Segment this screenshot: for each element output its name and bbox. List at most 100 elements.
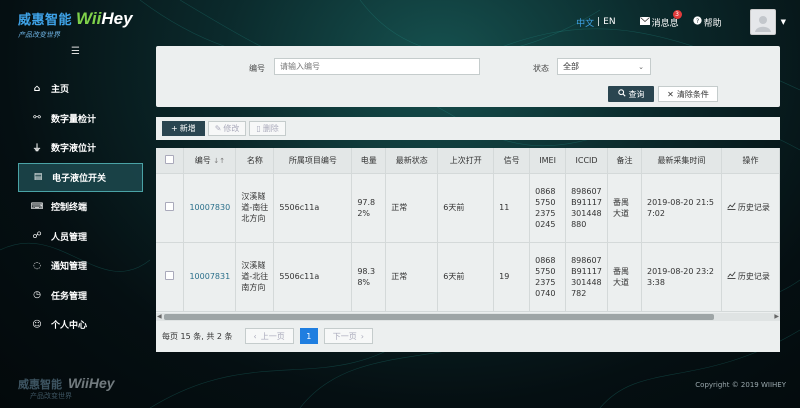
clock-icon: ◷: [33, 290, 41, 301]
last-open: 6天前: [437, 242, 495, 312]
footer-brand-slogan: 产品改变世界: [30, 392, 72, 400]
column-header-code[interactable]: 编号 ↓↑: [183, 148, 237, 174]
signal-value: 19: [493, 242, 531, 312]
svg-text:?: ?: [695, 18, 698, 25]
user-avatar[interactable]: [749, 9, 776, 35]
chevron-right-icon: ›: [360, 331, 364, 341]
device-name: 汉溪隧道-南往北方向: [235, 173, 275, 243]
device-table-panel: 编号 ↓↑ 名称 所属项目编号 电量 最新状态 上次打开 信号 IMEI ICC…: [156, 148, 781, 352]
history-record-link[interactable]: 历史记录: [727, 202, 774, 213]
chat-icon: ◌: [33, 260, 41, 271]
keyboard-icon: ⌨: [30, 201, 44, 212]
device-code-link[interactable]: 10007831: [183, 242, 237, 312]
iccid-value: 898607B91117301448880: [565, 173, 609, 243]
prev-page-button[interactable]: ‹ 上一页: [244, 328, 294, 344]
column-header-remark: 备注: [607, 148, 642, 174]
edit-button-label: 修改: [223, 124, 240, 133]
device-code-link[interactable]: 10007830: [183, 173, 237, 243]
remark-value: 番禺大道: [607, 242, 642, 312]
history-record-label: 历史记录: [737, 272, 770, 281]
history-record-link[interactable]: 历史记录: [727, 271, 774, 282]
clear-conditions-button[interactable]: ✕ 清除条件: [658, 86, 718, 102]
sidebar-item-home[interactable]: ⌂ 主页: [18, 74, 143, 104]
scroll-left-icon[interactable]: ◀: [157, 313, 162, 320]
sidebar-item-label: 个人中心: [51, 321, 88, 332]
project-code: 5506c11a: [273, 242, 353, 312]
brand-logo[interactable]: 威惠智能 WiiHey 产品改变世界: [18, 9, 133, 40]
sidebar-item-level-gauge[interactable]: ⏚ 数字液位计: [18, 133, 143, 163]
page-number-current[interactable]: 1: [299, 328, 318, 344]
next-page-button[interactable]: 下一页 ›: [323, 328, 373, 344]
sidebar-item-digital-meter[interactable]: ⚯ 数字量检计: [18, 104, 143, 134]
battery-level: 97.82%: [351, 173, 387, 243]
sidebar-item-label: 人员管理: [51, 232, 88, 243]
code-input[interactable]: [274, 58, 480, 75]
sidebar-item-tasks[interactable]: ◷ 任务管理: [18, 281, 143, 311]
chevron-down-icon[interactable]: ▼: [781, 18, 786, 26]
gauge-icon: ⏚: [32, 144, 42, 155]
column-header-last-open: 上次打开: [437, 148, 495, 174]
sidebar-item-level-switch[interactable]: ▤ 电子液位开关: [18, 162, 143, 192]
search-icon: [617, 89, 626, 99]
status-label: 状态: [533, 64, 549, 73]
search-button[interactable]: 查询: [608, 86, 654, 102]
delete-button[interactable]: ▯ 删除: [249, 121, 286, 136]
scrollbar-thumb[interactable]: [164, 314, 714, 320]
messages-button[interactable]: 消息息 3: [639, 9, 682, 29]
pagination: 每页 15 条, 共 2 条 ‹ 上一页 1 下一页 ›: [162, 328, 373, 344]
footer-brand-name-cn: 威惠智能: [18, 378, 62, 391]
brand-slogan: 产品改变世界: [18, 31, 60, 39]
lang-separator: |: [597, 17, 601, 27]
lang-en[interactable]: EN: [603, 17, 615, 27]
help-label: 帮助: [703, 18, 722, 29]
select-all-cell: [156, 148, 185, 174]
menu-collapse-icon[interactable]: ☰: [71, 46, 80, 57]
sort-icon[interactable]: ↓↑: [213, 157, 225, 165]
horizontal-scrollbar[interactable]: ◀ ▶: [156, 313, 780, 321]
history-record-label: 历史记录: [737, 203, 770, 212]
avatar-placeholder-icon: [754, 16, 771, 32]
footer-brand-logo: 威惠智能 WiiHey: [18, 375, 115, 392]
prev-page-label: 上一页: [260, 331, 285, 341]
column-header-imei: IMEI: [529, 148, 567, 174]
last-open: 6天前: [437, 173, 495, 243]
help-icon: ?: [692, 16, 702, 28]
language-switcher: 中文 | EN: [576, 16, 615, 29]
lang-cn[interactable]: 中文: [576, 16, 594, 29]
sidebar-item-profile[interactable]: ☺ 个人中心: [18, 310, 143, 340]
action-cell: 历史记录: [721, 173, 781, 243]
select-all-checkbox[interactable]: [165, 154, 175, 164]
sidebar-item-control-terminal[interactable]: ⌨ 控制终端: [18, 192, 143, 222]
column-header-signal: 信号: [493, 148, 531, 174]
user-icon: ☺: [32, 319, 42, 330]
iccid-value: 898607B91117301448782: [565, 242, 609, 312]
help-button[interactable]: ? 帮助: [692, 16, 722, 29]
remark-value: 番禺大道: [607, 173, 642, 243]
add-button[interactable]: + 新增: [162, 121, 205, 136]
table-toolbar: + 新增 ✎ 修改 ▯ 删除: [156, 117, 780, 140]
home-icon: ⌂: [33, 83, 41, 94]
column-header-time: 最新采集时间: [641, 148, 722, 174]
plus-icon: +: [171, 124, 178, 133]
app-header: 威惠智能 WiiHey 产品改变世界 中文 | EN 消息息 3 ? 帮助 ▼: [0, 0, 800, 44]
chart-line-icon: [727, 202, 736, 213]
sidebar-item-personnel[interactable]: ☍ 人员管理: [18, 222, 143, 252]
row-checkbox[interactable]: [165, 201, 175, 211]
row-select-cell: [156, 173, 185, 243]
status-select[interactable]: 全部 ⌄: [557, 58, 651, 75]
sidebar-item-label: 控制终端: [51, 203, 88, 214]
add-button-label: 新增: [179, 124, 196, 133]
clear-button-label: 清除条件: [676, 89, 709, 99]
pagination-summary: 每页 15 条, 共 2 条: [162, 331, 233, 341]
edit-button[interactable]: ✎ 修改: [207, 121, 247, 136]
header-actions: 中文 | EN 消息息 3 ? 帮助 ▼: [576, 9, 786, 35]
search-button-label: 查询: [628, 89, 645, 99]
column-header-iccid: ICCID: [565, 148, 609, 174]
scroll-right-icon[interactable]: ▶: [774, 313, 779, 320]
sidebar-item-notifications[interactable]: ◌ 通知管理: [18, 251, 143, 281]
table-row: 10007831 汉溪隧道-北往南方向 5506c11a 98.38% 正常 6…: [156, 242, 781, 312]
brand-name-cn: 威惠智能: [18, 13, 73, 28]
signal-value: 11: [493, 173, 531, 243]
row-checkbox[interactable]: [165, 270, 175, 280]
sidebar-item-label: 数字量检计: [51, 114, 97, 125]
